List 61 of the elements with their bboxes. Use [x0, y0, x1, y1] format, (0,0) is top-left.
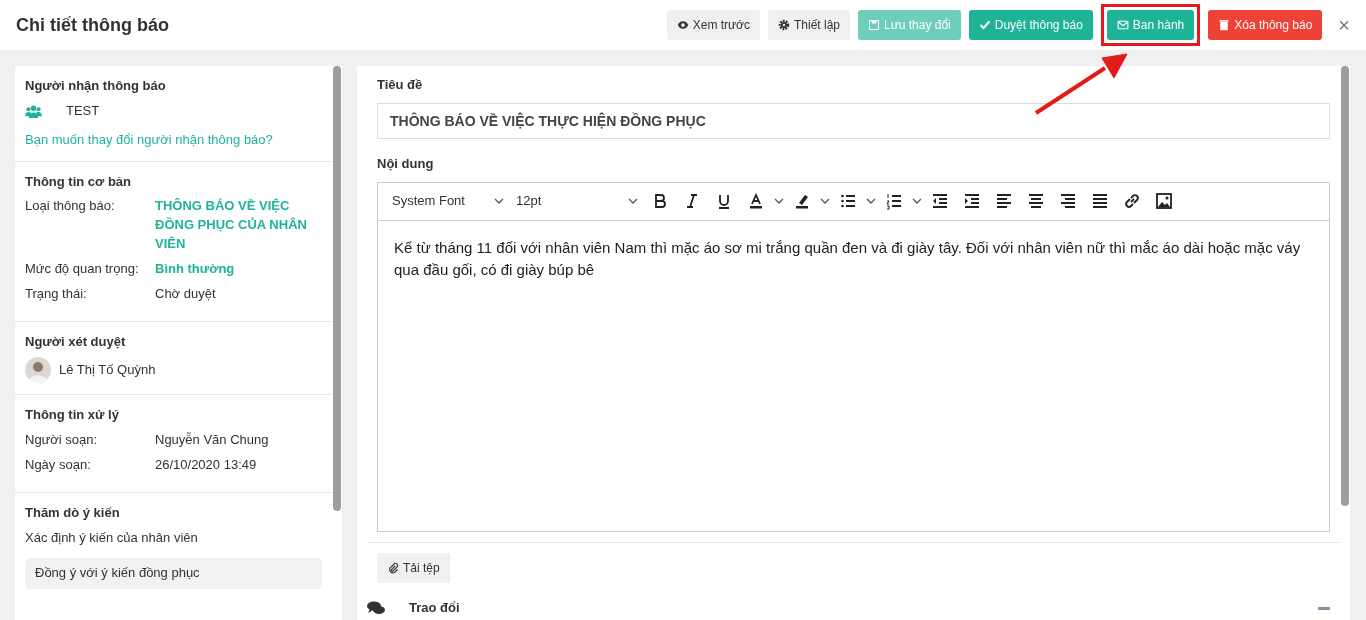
survey-option[interactable]: Đồng ý với ý kiến đồng phục [25, 557, 322, 589]
trash-icon [1218, 19, 1231, 31]
field-label: Loại thông báo: [25, 197, 116, 216]
image-icon[interactable] [1155, 192, 1173, 211]
numbered-list-icon[interactable] [885, 192, 903, 211]
align-center-icon[interactable] [1027, 192, 1045, 211]
chat-icon [367, 601, 385, 616]
size-dropdown[interactable]: 12pt [512, 192, 642, 211]
field-label: Nội dung [377, 155, 435, 174]
envelope-icon [1116, 19, 1129, 31]
title-field[interactable]: THÔNG BÁO VỀ VIỆC THỰC HIỆN ĐỒNG PHỤC [377, 102, 1330, 140]
chevron-icon[interactable] [866, 198, 876, 205]
align-justify-icon[interactable] [1091, 192, 1109, 211]
highlighter-icon[interactable] [793, 192, 811, 211]
editor-area[interactable]: Kể từ tháng 11 đối với nhân viên Nam thì mặc áo sơ mi trắng quần đen và đi giày tây. Đối với nhân viên nữ thì mắc áo dài hoặc mặc váy qua đầu gối, có đi giày búp bê [378, 221, 1329, 531]
align-left-icon[interactable] [995, 192, 1013, 211]
gear-icon [778, 19, 790, 31]
field-label: Mức độ quan trọng: [25, 259, 140, 278]
font-dropdown[interactable]: System Font [388, 192, 508, 211]
section-heading: Thông tin cơ bản [25, 172, 132, 191]
section-heading: Trao đổi [409, 599, 460, 617]
section-heading: Thăm dò ý kiến [25, 503, 121, 522]
link-icon[interactable] [1123, 192, 1141, 211]
settings-button[interactable]: Thiết lập [768, 10, 850, 40]
chevron-icon [494, 198, 504, 205]
scrollbar[interactable] [1341, 66, 1349, 506]
survey-question: Xác định ý kiến của nhân viên [25, 528, 199, 547]
chevron-icon[interactable] [774, 198, 784, 205]
preview-button[interactable]: Xem trước [666, 10, 760, 40]
align-right-icon[interactable] [1059, 192, 1077, 211]
reviewer-name: Lê Thị Tố Quỳnh [59, 361, 156, 379]
eye-icon [676, 19, 689, 31]
field-value: Chờ duyệt [155, 284, 216, 303]
users-icon [25, 104, 42, 118]
field-label: Tiêu đề [377, 76, 424, 94]
delete-button[interactable]: Xóa thông báo [1208, 10, 1323, 40]
close-button[interactable]: × [1338, 10, 1350, 40]
outdent-icon[interactable] [931, 192, 949, 211]
scrollbar[interactable] [333, 66, 341, 511]
text-color-icon[interactable] [747, 192, 765, 211]
page-title: Chi tiết thông báo [16, 13, 169, 37]
indent-icon[interactable] [963, 192, 981, 211]
check-icon [978, 19, 991, 31]
section-heading: Thông tin xử lý [25, 406, 120, 425]
field-value: 26/10/2020 13:49 [155, 456, 257, 475]
chevron-icon[interactable] [820, 198, 830, 205]
section-heading: Người nhận thông báo [25, 77, 167, 95]
chevron-icon[interactable] [912, 198, 922, 205]
field-label: Trạng thái: [25, 284, 88, 303]
recipient-group: TEST [66, 101, 100, 121]
field-value: Nguyễn Văn Chung [155, 431, 269, 450]
attach-button[interactable]: Tải tệp [377, 553, 450, 583]
section-heading: Người xét duyệt [25, 332, 127, 351]
field-label: Người soạn: [25, 431, 99, 450]
field-value: THÔNG BÁO VỀ VIỆC ĐỒNG PHỤC CỦA NHÂN VIÊN [155, 197, 308, 254]
chevron-icon [628, 198, 638, 205]
field-value: Bình thường [155, 259, 235, 278]
editor-text: Kể từ tháng 11 đối với nhân viên Nam thì mặc áo sơ mi trắng quần đen và đi giày tây. Đối với nhân viên nữ thì mắc áo dài hoặc mặc váy qua đầu gối, có đi giày búp bê [394, 238, 1302, 281]
avatar-icon [25, 357, 51, 384]
paperclip-icon [387, 562, 399, 574]
field-label: Ngày soạn: [25, 456, 92, 475]
